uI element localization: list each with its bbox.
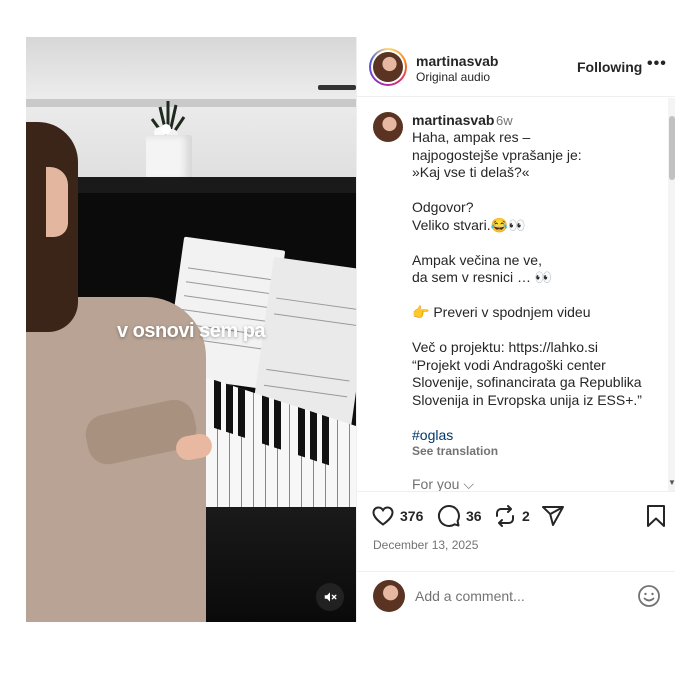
post-date[interactable]: December 13, 2025 bbox=[373, 538, 478, 552]
comments-scrollbar[interactable]: ▼ bbox=[668, 98, 675, 491]
caption-paragraph: 👉 Preveri v spodnjem videu bbox=[412, 304, 591, 320]
video-flower-pot bbox=[146, 135, 192, 181]
mute-button[interactable] bbox=[316, 583, 344, 611]
speaker-muted-icon bbox=[324, 592, 337, 602]
video-wall-light bbox=[318, 85, 356, 90]
heart-icon[interactable] bbox=[371, 504, 395, 528]
current-user-avatar bbox=[373, 580, 405, 612]
like-count[interactable]: 376 bbox=[400, 508, 423, 524]
more-options-button[interactable]: ••• bbox=[647, 55, 667, 73]
repost-count[interactable]: 2 bbox=[522, 508, 530, 524]
post-header: martinasvab Original audio Following ••• bbox=[357, 37, 675, 97]
add-comment-input[interactable] bbox=[415, 585, 625, 607]
repost-action: 2 bbox=[493, 504, 530, 528]
caption-time[interactable]: 6w bbox=[496, 113, 513, 128]
caption-paragraph: Ampak večina ne ve, da sem v resnici … 👀 bbox=[412, 251, 553, 286]
reel-video[interactable]: v osnovi sem pa bbox=[26, 37, 356, 622]
emoji-icon[interactable] bbox=[637, 584, 661, 608]
original-audio-link[interactable]: Original audio bbox=[416, 70, 490, 84]
scrollbar-thumb[interactable] bbox=[669, 116, 675, 180]
author-avatar[interactable] bbox=[369, 48, 407, 86]
save-action bbox=[645, 504, 667, 528]
comment-bubble-icon[interactable] bbox=[437, 504, 461, 528]
like-action: 376 bbox=[371, 504, 423, 528]
see-translation-link[interactable]: See translation bbox=[412, 444, 498, 458]
caption-paragraph: Več o projektu: https://lahko.si “Projek… bbox=[412, 339, 642, 408]
video-person-face bbox=[46, 167, 68, 237]
bookmark-icon[interactable] bbox=[645, 504, 667, 528]
caption-paragraph: Haha, ampak res – najpogostejše vprašanj… bbox=[412, 129, 582, 180]
scroll-down-arrow[interactable]: ▼ bbox=[668, 478, 675, 487]
following-button[interactable]: Following bbox=[577, 59, 642, 75]
for-you-toggle[interactable]: For you ⌵ bbox=[412, 476, 474, 491]
author-username[interactable]: martinasvab bbox=[416, 53, 498, 69]
comment-action: 36 bbox=[437, 504, 482, 528]
share-paper-plane-icon[interactable] bbox=[541, 504, 565, 528]
caption-section: martinasvab 6w Haha, ampak res – najpogo… bbox=[357, 98, 675, 491]
repost-icon[interactable] bbox=[493, 504, 517, 528]
video-caption: v osnovi sem pa bbox=[116, 320, 266, 342]
share-action bbox=[541, 504, 565, 528]
hashtag-link[interactable]: #oglas bbox=[412, 427, 662, 445]
caption-paragraph: Odgovor? Veliko stvari.😂👀 bbox=[412, 199, 526, 233]
post-actions: 376 36 2 December 13, 2025 bbox=[357, 491, 675, 571]
add-comment-bar bbox=[357, 571, 675, 622]
caption-author-avatar[interactable] bbox=[373, 112, 403, 142]
caption-text: Haha, ampak res – najpogostejše vprašanj… bbox=[412, 129, 662, 444]
comment-count[interactable]: 36 bbox=[466, 508, 482, 524]
caption-username[interactable]: martinasvab bbox=[412, 112, 494, 128]
post-side-panel: martinasvab Original audio Following •••… bbox=[356, 37, 675, 622]
